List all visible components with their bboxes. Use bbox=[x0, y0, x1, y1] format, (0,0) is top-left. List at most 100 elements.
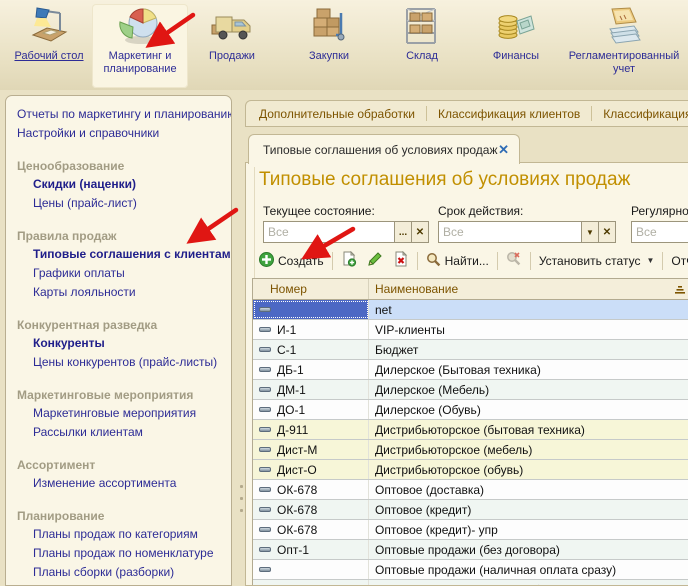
sidebar-item[interactable]: Рассылки клиентам bbox=[33, 423, 227, 442]
sidebar-item[interactable]: Планы сборки (разборки) bbox=[33, 563, 227, 582]
coins-icon bbox=[476, 4, 556, 50]
tabstrip-separator bbox=[591, 106, 592, 121]
tabstrip-item-1[interactable]: Дополнительные обработки bbox=[259, 107, 415, 121]
table-row[interactable]: Дист-МДистрибьюторское (мебель) bbox=[253, 440, 688, 460]
sidebar-section-header: Маркетинговые мероприятия bbox=[17, 386, 227, 404]
table-row[interactable]: С-1Бюджет bbox=[253, 340, 688, 360]
filter-input[interactable]: Все bbox=[438, 221, 582, 243]
create-button[interactable]: Создать bbox=[254, 250, 329, 272]
toolbar-separator bbox=[662, 252, 663, 270]
clear-search-button[interactable] bbox=[501, 249, 527, 272]
document-tab-label: Типовые соглашения об условиях продаж bbox=[263, 143, 498, 157]
find-button[interactable]: Найти... bbox=[421, 250, 494, 272]
sidebar-item[interactable]: Цены конкурентов (прайс-листы) bbox=[33, 353, 227, 372]
sidebar-item[interactable]: Изменение ассортимента bbox=[33, 474, 227, 493]
sidebar-item[interactable]: Отчеты по маркетингу и планированию bbox=[17, 105, 227, 124]
table-row[interactable]: Опт-3Оптовые продажи (отгрузка без резер… bbox=[253, 580, 688, 586]
cell-name: Оптовое (кредит) bbox=[369, 500, 688, 519]
number-text: ДМ-1 bbox=[277, 383, 306, 397]
filter-field: Все...✕ bbox=[263, 221, 429, 243]
cell-number: Опт-1 bbox=[253, 540, 369, 559]
cell-name: Дистрибьюторское (обувь) bbox=[369, 460, 688, 479]
table-body: netИ-1VIP-клиентыС-1БюджетДБ-1Дилерское … bbox=[253, 300, 688, 586]
close-icon[interactable]: ✕ bbox=[498, 142, 509, 158]
filter-input[interactable]: Все bbox=[631, 221, 688, 243]
copy-icon bbox=[341, 251, 357, 270]
sidebar-item[interactable]: Скидки (наценки) bbox=[33, 175, 227, 194]
filter-dropdown-button[interactable]: ▼ bbox=[582, 221, 599, 243]
reports-button[interactable]: Отчеты ▼ bbox=[666, 252, 688, 270]
sidebar-item[interactable]: Маркетинговые мероприятия bbox=[33, 404, 227, 423]
table-row[interactable]: ОК-678Оптовое (доставка) bbox=[253, 480, 688, 500]
top-navigation: Рабочий столМаркетинг и планирование Прод… bbox=[0, 0, 688, 90]
sidebar-section-header: Конкурентная разведка bbox=[17, 316, 227, 334]
toolbar-separator bbox=[417, 252, 418, 270]
table-row[interactable]: ОК-678Оптовое (кредит)- упр bbox=[253, 520, 688, 540]
delete-button[interactable] bbox=[388, 249, 414, 272]
top-nav-label: Закупки bbox=[288, 50, 370, 63]
top-nav-item-3[interactable]: Продажи bbox=[194, 4, 270, 88]
document-tab[interactable]: Типовые соглашения об условиях продаж ✕ bbox=[248, 134, 520, 164]
number-text: С-1 bbox=[277, 343, 296, 357]
toolbar-separator bbox=[530, 252, 531, 270]
sidebar-item-active[interactable]: Типовые соглашения с клиентами bbox=[33, 245, 227, 264]
top-nav-item-4[interactable]: Закупки bbox=[288, 4, 370, 88]
table-row[interactable]: ОК-678 Оптовое (кредит) bbox=[253, 500, 688, 520]
sidebar-item[interactable]: Цены (прайс-лист) bbox=[33, 194, 227, 213]
table-row[interactable]: И-1VIP-клиенты bbox=[253, 320, 688, 340]
top-nav-label: Маркетинг и планирование bbox=[92, 50, 188, 76]
sidebar-item[interactable]: Планы продаж по номенклатуре bbox=[33, 544, 227, 563]
sidebar-section-header: Ценообразование bbox=[17, 157, 227, 175]
top-nav-label: Продажи bbox=[194, 50, 270, 63]
table-row[interactable]: Д-911Дистрибьюторское (бытовая техника) bbox=[253, 420, 688, 440]
filter-input[interactable]: Все bbox=[263, 221, 395, 243]
column-header-name[interactable]: Наименование bbox=[369, 279, 688, 299]
table-row[interactable]: Опт-1Оптовые продажи (без договора) bbox=[253, 540, 688, 560]
sidebar-item[interactable]: Настройки и справочники bbox=[17, 124, 227, 143]
top-nav-item-7[interactable]: Регламентированный учет bbox=[560, 4, 688, 88]
table-row[interactable]: net bbox=[253, 300, 688, 320]
table-row[interactable]: ДО-1Дилерское (Обувь) bbox=[253, 400, 688, 420]
grip-dot bbox=[240, 509, 243, 512]
find-button-label: Найти... bbox=[445, 254, 489, 268]
number-text: ОК-678 bbox=[277, 523, 317, 537]
top-nav-item-1[interactable]: Рабочий стол bbox=[8, 4, 90, 88]
sidebar-item[interactable]: Конкуренты bbox=[33, 334, 227, 353]
sidebar-item[interactable]: Графики оплаты bbox=[33, 264, 227, 283]
agreement-status-icon bbox=[259, 367, 271, 372]
cell-name: Дистрибьюторское (бытовая техника) bbox=[369, 420, 688, 439]
desk-icon bbox=[8, 4, 90, 50]
delete-icon bbox=[393, 251, 409, 270]
top-nav-item-5[interactable]: Склад bbox=[386, 4, 458, 88]
filter-clear-button[interactable]: ✕ bbox=[412, 221, 429, 243]
column-header-number[interactable]: Номер bbox=[253, 279, 369, 299]
edit-button[interactable] bbox=[362, 249, 388, 272]
top-nav-label: Склад bbox=[386, 50, 458, 63]
cell-name: Дилерское (Бытовая техника) bbox=[369, 360, 688, 379]
sidebar-item[interactable]: Карты лояльности bbox=[33, 283, 227, 302]
service-tabstrip: Дополнительные обработки Классификация кл… bbox=[245, 100, 688, 127]
number-text: И-1 bbox=[277, 323, 296, 337]
tabstrip-item-2[interactable]: Классификация клиентов bbox=[438, 107, 580, 121]
set-status-button[interactable]: Установить статус ▼ bbox=[534, 252, 660, 270]
copy-button[interactable] bbox=[336, 249, 362, 272]
plus-icon bbox=[259, 252, 274, 270]
table-row[interactable]: Оптовые продажи (наличная оплата сразу) bbox=[253, 560, 688, 580]
table-row[interactable]: ДБ-1Дилерское (Бытовая техника) bbox=[253, 360, 688, 380]
tabstrip-item-3[interactable]: Классификация номе bbox=[603, 107, 688, 121]
filter-clear-button[interactable]: ✕ bbox=[599, 221, 616, 243]
number-text: Опт-3 bbox=[277, 583, 309, 586]
table-row[interactable]: ДМ-1Дилерское (Мебель) bbox=[253, 380, 688, 400]
top-nav-item-2[interactable]: Маркетинг и планирование bbox=[92, 4, 188, 88]
panel-splitter[interactable] bbox=[240, 476, 243, 521]
cell-number: Дист-О bbox=[253, 460, 369, 479]
truck-icon bbox=[194, 4, 270, 50]
top-nav-item-6[interactable]: Финансы bbox=[476, 4, 556, 88]
filter-ellipsis-button[interactable]: ... bbox=[395, 221, 412, 243]
sort-icon[interactable] bbox=[674, 284, 686, 298]
cell-number: Опт-3 bbox=[253, 580, 369, 586]
table-row[interactable]: Дист-ОДистрибьюторское (обувь) bbox=[253, 460, 688, 480]
sidebar-item[interactable]: Планы продаж по категориям bbox=[33, 525, 227, 544]
number-text: ОК-678 bbox=[277, 503, 317, 517]
sidebar-item[interactable]: Планы закупок bbox=[33, 582, 227, 586]
